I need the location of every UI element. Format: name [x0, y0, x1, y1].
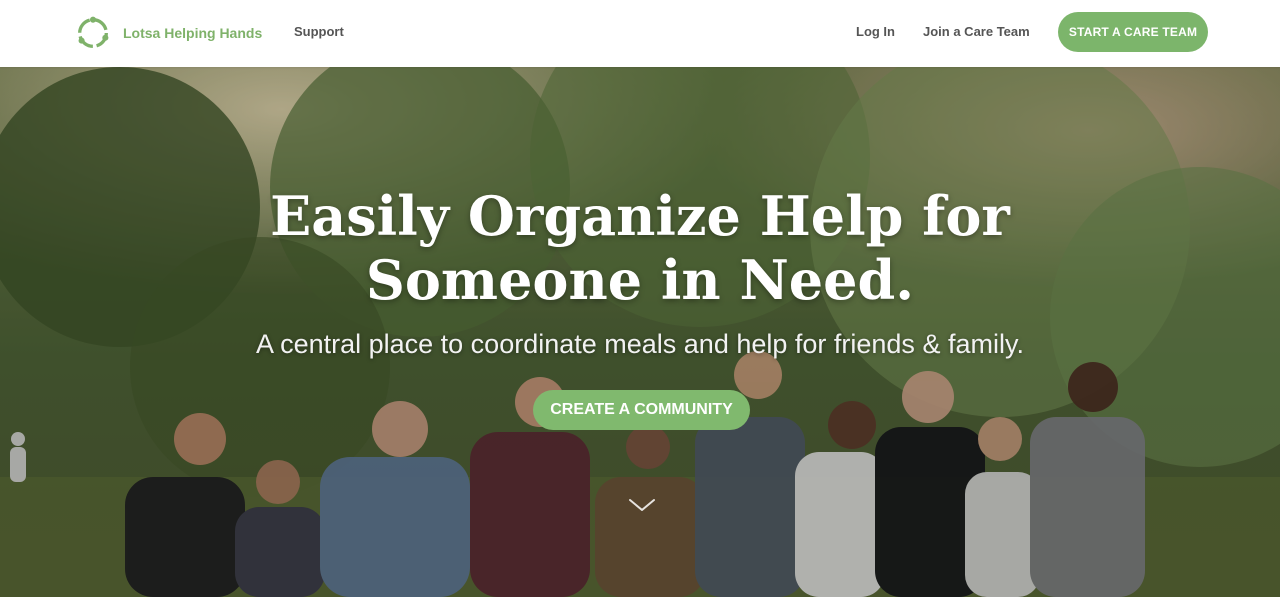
hero: Easily Organize Help for Someone in Need…	[0, 67, 1280, 597]
start-care-team-button[interactable]: START A CARE TEAM	[1058, 12, 1208, 52]
hero-subtitle: A central place to coordinate meals and …	[256, 329, 1024, 359]
chevron-down-icon[interactable]	[627, 497, 657, 513]
create-community-button[interactable]: CREATE A COMMUNITY	[533, 390, 750, 430]
nav-login[interactable]: Log In	[856, 24, 895, 39]
logo-icon	[78, 16, 109, 48]
nav-support[interactable]: Support	[294, 24, 344, 39]
top-nav: Lotsa Helping Hands Support Log In Join …	[0, 0, 1280, 67]
hero-title: Easily Organize Help for Someone in Need…	[270, 184, 1010, 312]
nav-join-care-team[interactable]: Join a Care Team	[923, 24, 1030, 39]
brand-name: Lotsa Helping Hands	[123, 25, 263, 41]
logo-link[interactable]: Lotsa Helping Hands	[74, 13, 262, 53]
